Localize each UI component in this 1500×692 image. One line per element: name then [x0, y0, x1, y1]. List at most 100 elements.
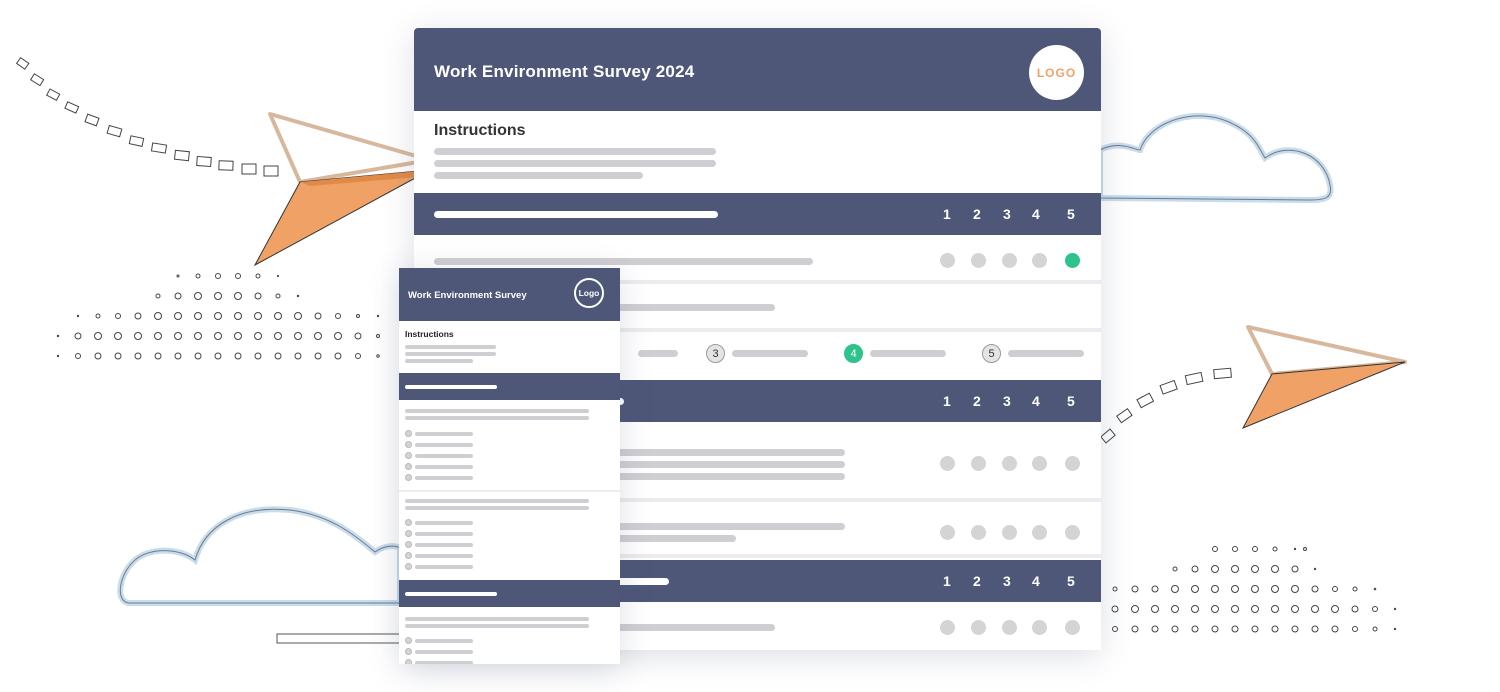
dot-grid-left — [56, 273, 380, 360]
logo-icon: LOGO — [1029, 45, 1084, 100]
mobile-radio[interactable] — [405, 637, 412, 644]
mobile-radio[interactable] — [405, 463, 412, 470]
dashed-trail-left — [15, 56, 279, 177]
mobile-radio[interactable] — [405, 441, 412, 448]
rating-radio[interactable] — [1065, 525, 1080, 540]
logo-icon: Logo — [574, 278, 604, 308]
option-text-line — [415, 661, 473, 664]
option-number: 3 — [706, 344, 725, 363]
scale-label: 4 — [1032, 573, 1040, 589]
scale-label: 3 — [1003, 206, 1011, 222]
dot-grid-right — [1111, 546, 1397, 633]
instructions-line — [405, 345, 496, 349]
rating-radio-selected[interactable] — [1065, 253, 1080, 268]
dashed-trail-right — [1100, 367, 1232, 444]
rating-radio[interactable] — [1065, 620, 1080, 635]
question-text-line — [405, 506, 589, 510]
scale-label: 5 — [1067, 206, 1075, 222]
survey-title: Work Environment Survey 2024 — [434, 62, 695, 81]
question-text-line — [405, 409, 589, 413]
section-title-line — [434, 211, 718, 218]
mobile-section-header — [399, 373, 620, 400]
rating-radio[interactable] — [971, 253, 986, 268]
mobile-radio[interactable] — [405, 552, 412, 559]
option-text-line — [415, 543, 473, 547]
scale-label: 5 — [1067, 393, 1075, 409]
rating-radio[interactable] — [971, 525, 986, 540]
instructions-line — [434, 172, 643, 179]
option-tile[interactable]: 3 — [690, 332, 824, 376]
mobile-radio[interactable] — [405, 452, 412, 459]
survey-mobile-card: Work Environment Survey Logo Instruction… — [399, 268, 620, 664]
mobile-survey-title: Work Environment Survey — [408, 290, 527, 301]
rating-radio[interactable] — [1032, 620, 1047, 635]
rating-radio[interactable] — [940, 456, 955, 471]
question-text-line — [405, 624, 589, 628]
option-text-line — [415, 565, 473, 569]
option-tile[interactable]: 5 — [966, 332, 1101, 376]
rating-radio[interactable] — [1002, 253, 1017, 268]
rating-radio[interactable] — [1002, 620, 1017, 635]
rating-radio[interactable] — [1032, 525, 1047, 540]
option-text-line — [415, 639, 473, 643]
instructions-heading: Instructions — [434, 122, 526, 139]
scale-label: 1 — [943, 206, 951, 222]
mobile-radio[interactable] — [405, 519, 412, 526]
mobile-radio[interactable] — [405, 563, 412, 570]
mobile-radio[interactable] — [405, 474, 412, 481]
divider — [399, 490, 620, 492]
mobile-radio[interactable] — [405, 648, 412, 655]
scale-label: 4 — [1032, 393, 1040, 409]
section-title-line — [614, 578, 669, 585]
option-text-line — [415, 465, 473, 469]
rating-radio[interactable] — [940, 525, 955, 540]
mobile-radio[interactable] — [405, 430, 412, 437]
mobile-radio[interactable] — [405, 541, 412, 548]
question-text-line — [614, 473, 845, 480]
question-text-line — [614, 449, 845, 456]
instructions-line — [405, 359, 473, 363]
rating-radio[interactable] — [940, 620, 955, 635]
mobile-survey-header: Work Environment Survey Logo — [399, 268, 620, 321]
ground-line — [276, 633, 403, 644]
scale-label: 3 — [1003, 393, 1011, 409]
option-tile-selected[interactable]: 4 — [828, 332, 962, 376]
question-text-line — [614, 624, 775, 631]
question-text-line — [614, 461, 845, 468]
option-text-line — [870, 350, 946, 357]
mobile-radio[interactable] — [405, 530, 412, 537]
rating-radio[interactable] — [1032, 456, 1047, 471]
scale-label: 2 — [973, 206, 981, 222]
rating-radio[interactable] — [1002, 456, 1017, 471]
option-text-line — [415, 554, 473, 558]
option-text-line — [415, 432, 473, 436]
question-text-line — [405, 499, 589, 503]
rating-radio[interactable] — [971, 620, 986, 635]
rating-radio[interactable] — [1002, 525, 1017, 540]
question-text-line — [614, 535, 736, 542]
mobile-instructions-heading: Instructions — [405, 329, 454, 339]
option-number: 4 — [844, 344, 863, 363]
scale-label: 4 — [1032, 206, 1040, 222]
scale-label: 3 — [1003, 573, 1011, 589]
option-text-line — [415, 476, 473, 480]
section-header: 1 2 3 4 5 — [414, 193, 1101, 235]
rating-radio[interactable] — [1032, 253, 1047, 268]
rating-radio[interactable] — [940, 253, 955, 268]
option-text-line — [1008, 350, 1084, 357]
question-text-line — [614, 523, 845, 530]
mobile-radio[interactable] — [405, 659, 412, 664]
rating-radio[interactable] — [971, 456, 986, 471]
scale-label: 1 — [943, 573, 951, 589]
scale-label: 2 — [973, 393, 981, 409]
instructions-line — [434, 160, 716, 167]
scale-label: 1 — [943, 393, 951, 409]
question-text-line — [405, 416, 589, 420]
cloud-icon — [117, 506, 403, 606]
instructions-line — [405, 352, 496, 356]
section-title-line — [405, 385, 497, 389]
option-text-line — [415, 532, 473, 536]
option-text-line — [638, 350, 678, 357]
option-text-line — [732, 350, 808, 357]
rating-radio[interactable] — [1065, 456, 1080, 471]
